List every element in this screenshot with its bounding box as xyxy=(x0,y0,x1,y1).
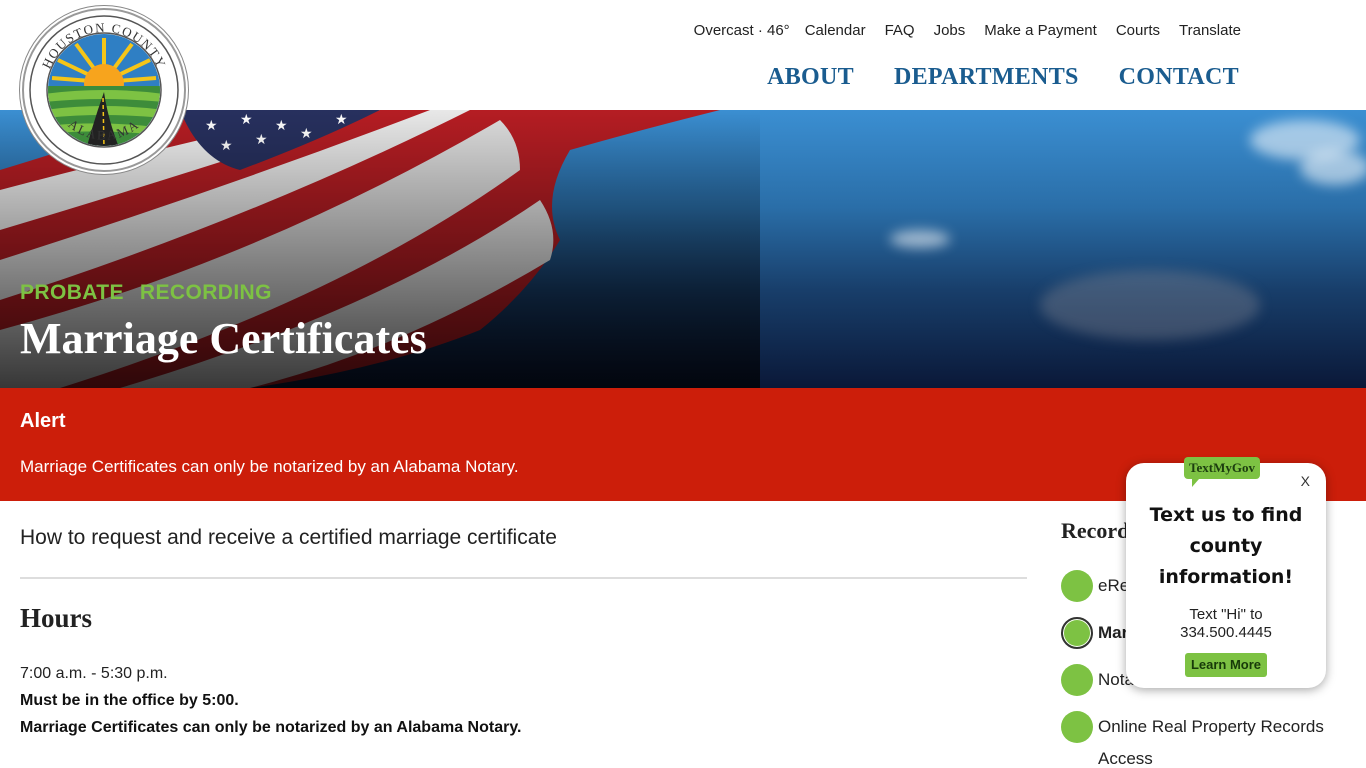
sidebar-heading: Record xyxy=(1061,518,1130,543)
courts-link[interactable]: Courts xyxy=(1116,22,1160,39)
weather-widget: Overcast · 46° xyxy=(693,22,790,39)
utility-nav: Overcast · 46° Calendar FAQ Jobs Make a … xyxy=(694,22,1241,39)
textmygov-phone: 334.500.4445 xyxy=(1180,624,1272,641)
nav-contact[interactable]: CONTACT xyxy=(1119,64,1239,91)
textmygov-title: Text us to find county information! xyxy=(1149,504,1303,588)
sidebar-item-label: Mar xyxy=(1098,623,1129,642)
learn-more-button[interactable]: Learn More xyxy=(1185,653,1267,677)
translate-link[interactable]: Translate xyxy=(1179,22,1241,39)
page-intro: How to request and receive a certified m… xyxy=(20,526,557,549)
sidebar-item-label: eRe xyxy=(1098,576,1130,595)
sidebar-item-online-records[interactable]: Online Real Property Records Access xyxy=(1061,711,1338,768)
jobs-link[interactable]: Jobs xyxy=(934,22,966,39)
sidebar-item-marriage-certificates[interactable]: Mar xyxy=(1061,617,1128,649)
hero-banner: ★★★ ★★★★ PROBATE RECORDING Marriage Cert… xyxy=(0,110,1366,388)
hours-time: 7:00 a.m. - 5:30 p.m. xyxy=(20,665,168,682)
alert-title: Alert xyxy=(20,410,66,432)
textmygov-instruction: Text "Hi" to xyxy=(1189,606,1263,623)
breadcrumb: PROBATE RECORDING xyxy=(20,281,272,305)
cloud-shape xyxy=(1040,270,1260,340)
county-seal-logo[interactable]: HOUSTON COUNTY ALABAMA xyxy=(22,8,186,172)
bullet-circle-icon xyxy=(1061,711,1093,743)
faq-link[interactable]: FAQ xyxy=(885,22,915,39)
bullet-circle-icon xyxy=(1061,664,1093,696)
breadcrumb-probate[interactable]: PROBATE xyxy=(20,281,124,305)
nav-departments[interactable]: DEPARTMENTS xyxy=(894,64,1079,91)
sidebar-item-erecording[interactable]: eRe xyxy=(1061,570,1129,602)
hours-note: Must be in the office by 5:00. xyxy=(20,692,239,709)
nav-about[interactable]: ABOUT xyxy=(767,64,854,91)
alert-text: Marriage Certificates can only be notari… xyxy=(20,457,519,476)
site-header: Overcast · 46° Calendar FAQ Jobs Make a … xyxy=(0,0,1366,110)
cloud-shape xyxy=(1300,150,1366,185)
sidebar-item-notary[interactable]: Nota xyxy=(1061,664,1134,696)
breadcrumb-recording[interactable]: RECORDING xyxy=(140,281,272,305)
sidebar-item-label: Online Real Property Records Access xyxy=(1098,717,1324,768)
page-title: Marriage Certificates xyxy=(20,314,427,363)
calendar-link[interactable]: Calendar xyxy=(805,22,866,39)
cloud-shape xyxy=(890,230,950,248)
divider xyxy=(20,577,1027,579)
textmygov-text: Text "Hi" to 334.500.4445 xyxy=(1136,606,1316,642)
close-icon[interactable]: X xyxy=(1301,473,1310,489)
make-payment-link[interactable]: Make a Payment xyxy=(984,22,1097,39)
textmygov-logo: TextMyGov xyxy=(1184,457,1260,487)
hours-note: Marriage Certificates can only be notari… xyxy=(20,719,522,736)
main-nav: ABOUT DEPARTMENTS CONTACT xyxy=(767,64,1239,91)
bullet-circle-icon xyxy=(1061,617,1093,649)
hours-heading: Hours xyxy=(20,603,93,633)
bullet-circle-icon xyxy=(1061,570,1093,602)
textmygov-popup: TextMyGov X Text us to find county infor… xyxy=(1126,457,1326,688)
